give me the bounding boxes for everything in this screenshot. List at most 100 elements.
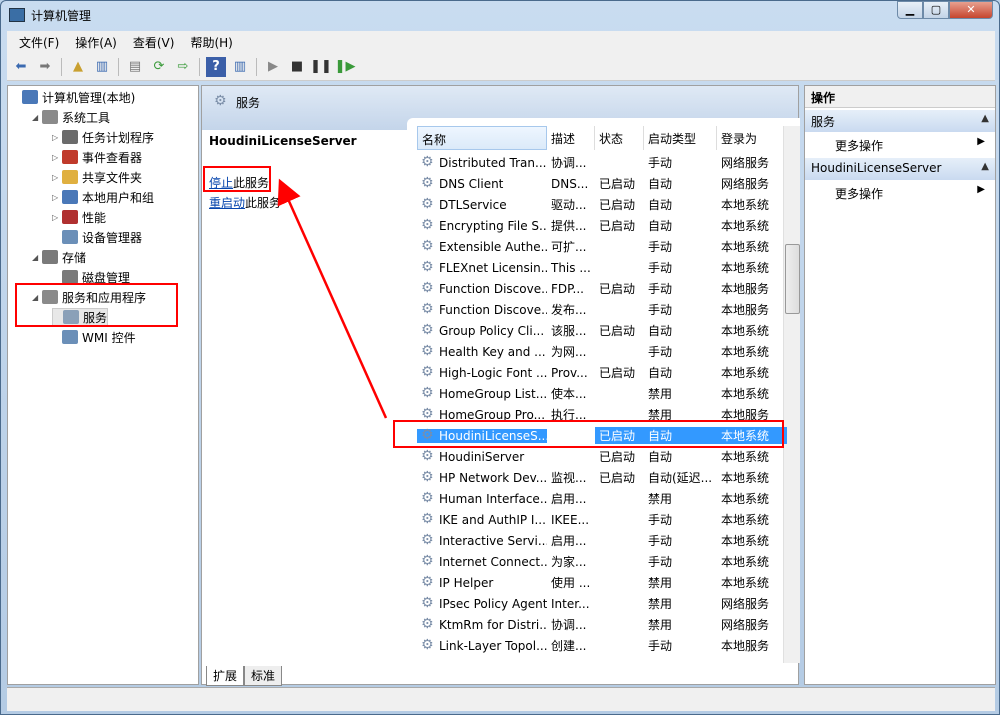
service-row[interactable]: ⚙ Internet Connect... 为家... 手动 本地系统 (417, 551, 787, 572)
cell: 禁用 (648, 597, 673, 611)
service-row[interactable]: ⚙ Function Discove... FDP... 已启动 手动 本地服务 (417, 278, 787, 299)
tree-node-icon (62, 210, 78, 224)
service-row[interactable]: ⚙ HoudiniServer 已启动 自动 本地系统 (417, 446, 787, 467)
menu-view[interactable]: 查看(V) (125, 34, 183, 51)
tree-item[interactable]: ▷ 任务计划程序 (52, 128, 154, 146)
maximize-button[interactable]: ▢ (923, 1, 949, 19)
expand-toggle-icon[interactable]: ▷ (52, 193, 62, 202)
tree-node-icon (42, 250, 58, 264)
tree-item[interactable]: ▷ 性能 (52, 208, 106, 226)
cell: HomeGroup Pro... (439, 407, 546, 422)
tree-item[interactable]: 设备管理器 (52, 228, 142, 246)
action-pane-icon[interactable]: ▥ (230, 57, 250, 77)
stop-icon[interactable]: ■ (287, 57, 307, 77)
refresh-icon[interactable]: ⟳ (149, 57, 169, 77)
service-row[interactable]: ⚙ Human Interface... 启用... 禁用 本地系统 (417, 488, 787, 509)
expand-toggle-icon[interactable]: ▷ (52, 153, 62, 162)
expand-toggle-icon[interactable]: ▷ (52, 133, 62, 142)
tree-item[interactable]: ◢ 存储 (32, 248, 86, 266)
service-row[interactable]: ⚙ Interactive Servi... 启用... 手动 本地系统 (417, 530, 787, 551)
restart-icon[interactable]: ❚▶ (335, 57, 356, 77)
cell: HoudiniLicenseS... (417, 428, 547, 443)
service-row[interactable]: ⚙ Health Key and ... 为网... 手动 本地系统 (417, 341, 787, 362)
cell: 本地系统 (721, 576, 770, 590)
cell: 为网... (551, 345, 587, 359)
tree-item[interactable]: WMI 控件 (52, 328, 136, 346)
restart-service-link[interactable]: 重启动 (209, 196, 245, 210)
more-actions-services[interactable]: 更多操作 ▶ (805, 132, 995, 156)
cell: This ... (551, 260, 591, 275)
start-icon[interactable]: ▶ (263, 57, 283, 77)
more-actions-label: 更多操作 (835, 187, 884, 201)
service-row[interactable]: ⚙ HoudiniLicenseS... 已启动 自动 本地系统 (417, 425, 787, 446)
back-icon[interactable]: ⬅ (11, 57, 31, 77)
service-row[interactable]: ⚙ DTLService 驱动... 已启动 自动 本地系统 (417, 194, 787, 215)
service-row[interactable]: ⚙ FLEXnet Licensin... This ... 手动 本地系统 (417, 257, 787, 278)
service-row[interactable]: ⚙ HP Network Dev... 监视... 已启动 自动(延迟... 本地系统 (417, 467, 787, 488)
more-actions-selected[interactable]: 更多操作 ▶ (805, 180, 995, 204)
service-row[interactable]: ⚙ IKE and AuthIP I... IKEE... 手动 本地系统 (417, 509, 787, 530)
tree-item[interactable]: 磁盘管理 (52, 268, 130, 286)
pause-icon[interactable]: ❚❚ (310, 57, 332, 77)
export-icon[interactable]: ⇨ (173, 57, 193, 77)
service-row[interactable]: ⚙ Function Discove... 发布... 手动 本地服务 (417, 299, 787, 320)
menu-action[interactable]: 操作(A) (67, 34, 125, 51)
service-row[interactable]: ⚙ Encrypting File S... 提供... 已启动 自动 本地系统 (417, 215, 787, 236)
service-row[interactable]: ⚙ Link-Layer Topol... 创建... 手动 本地服务 (417, 635, 787, 656)
column-description[interactable]: 描述 (547, 126, 595, 150)
service-row[interactable]: ⚙ HomeGroup List... 使本... 禁用 本地系统 (417, 383, 787, 404)
tree-item[interactable]: ▷ 本地用户和组 (52, 188, 154, 206)
cell: 网络服务 (721, 597, 770, 611)
service-row[interactable]: ⚙ Distributed Tran... 协调... 手动 网络服务 (417, 152, 787, 173)
scrollbar-thumb[interactable] (785, 244, 800, 314)
service-row[interactable]: ⚙ DNS Client DNS... 已启动 自动 网络服务 (417, 173, 787, 194)
stop-service-link[interactable]: 停止 (209, 176, 233, 190)
help-icon[interactable]: ? (206, 56, 226, 77)
service-row[interactable]: ⚙ High-Logic Font ... Prov... 已启动 自动 本地系统 (417, 362, 787, 383)
submenu-arrow-icon: ▶ (977, 184, 985, 195)
selected-service-name: HoudiniLicenseServer (209, 134, 357, 148)
properties-icon[interactable]: ▤ (125, 57, 145, 77)
expand-toggle-icon[interactable]: ▷ (52, 213, 62, 222)
expand-toggle-icon[interactable]: ◢ (32, 253, 42, 262)
cell: FLEXnet Licensin... (439, 260, 547, 275)
service-row[interactable]: ⚙ Group Policy Cli... 该服... 已启动 自动 本地系统 (417, 320, 787, 341)
collapse-icon[interactable]: ▲ (981, 113, 989, 124)
services-panel: ⚙ 服务 HoudiniLicenseServer 停止此服务 重启动此服务 名… (201, 85, 800, 686)
tree-item[interactable]: ◢ 系统工具 (32, 108, 110, 126)
expand-toggle-icon[interactable]: ▷ (52, 173, 62, 182)
services-list: 名称 描述 状态 启动类型 登录为 ⚙ Distributed Tran... 协调… (407, 118, 800, 663)
tab-extended[interactable]: 扩展 (206, 666, 245, 686)
collapse-icon[interactable]: ▲ (981, 161, 989, 172)
minimize-button[interactable]: ▁ (897, 1, 923, 19)
menu-file[interactable]: 文件(F) (11, 34, 67, 51)
tree-item[interactable]: 计算机管理(本地) (12, 88, 135, 106)
service-row[interactable]: ⚙ KtmRm for Distri... 协调... 禁用 网络服务 (417, 614, 787, 635)
up-folder-icon[interactable]: ▲ (68, 57, 88, 77)
service-row[interactable]: ⚙ HomeGroup Pro... 执行... 禁用 本地服务 (417, 404, 787, 425)
cell: Internet Connect... (439, 554, 547, 569)
tree-item[interactable]: ▷ 共享文件夹 (52, 168, 142, 186)
cell: DNS Client (439, 176, 504, 191)
cell: 禁用 (648, 492, 673, 506)
menu-help[interactable]: 帮助(H) (182, 34, 240, 51)
service-row[interactable]: ⚙ Extensible Authe... 可扩... 手动 本地系统 (417, 236, 787, 257)
tree-item[interactable]: ◢ 服务和应用程序 (32, 288, 146, 306)
tab-standard[interactable]: 标准 (244, 666, 283, 686)
expand-toggle-icon[interactable]: ◢ (32, 293, 42, 302)
show-tree-icon[interactable]: ▥ (92, 57, 112, 77)
tree-item[interactable]: 服务 (52, 308, 109, 326)
expand-toggle-icon[interactable]: ◢ (32, 113, 42, 122)
column-status[interactable]: 状态 (595, 126, 644, 150)
tree-item[interactable]: ▷ 事件查看器 (52, 148, 142, 166)
extended-pane: HoudiniLicenseServer 停止此服务 重启动此服务 (202, 130, 407, 665)
actions-section-selected[interactable]: HoudiniLicenseServer ▲ (805, 158, 995, 180)
column-log-on-as[interactable]: 登录为 (717, 126, 787, 150)
forward-icon[interactable]: ➡ (35, 57, 55, 77)
service-row[interactable]: ⚙ IP Helper 使用 ... 禁用 本地系统 (417, 572, 787, 593)
service-row[interactable]: ⚙ IPsec Policy Agent Inter... 禁用 网络服务 (417, 593, 787, 614)
column-startup-type[interactable]: 启动类型 (644, 126, 717, 150)
actions-section-services[interactable]: 服务 ▲ (805, 110, 995, 132)
column-name[interactable]: 名称 (417, 126, 547, 150)
close-button[interactable]: ✕ (949, 1, 993, 19)
